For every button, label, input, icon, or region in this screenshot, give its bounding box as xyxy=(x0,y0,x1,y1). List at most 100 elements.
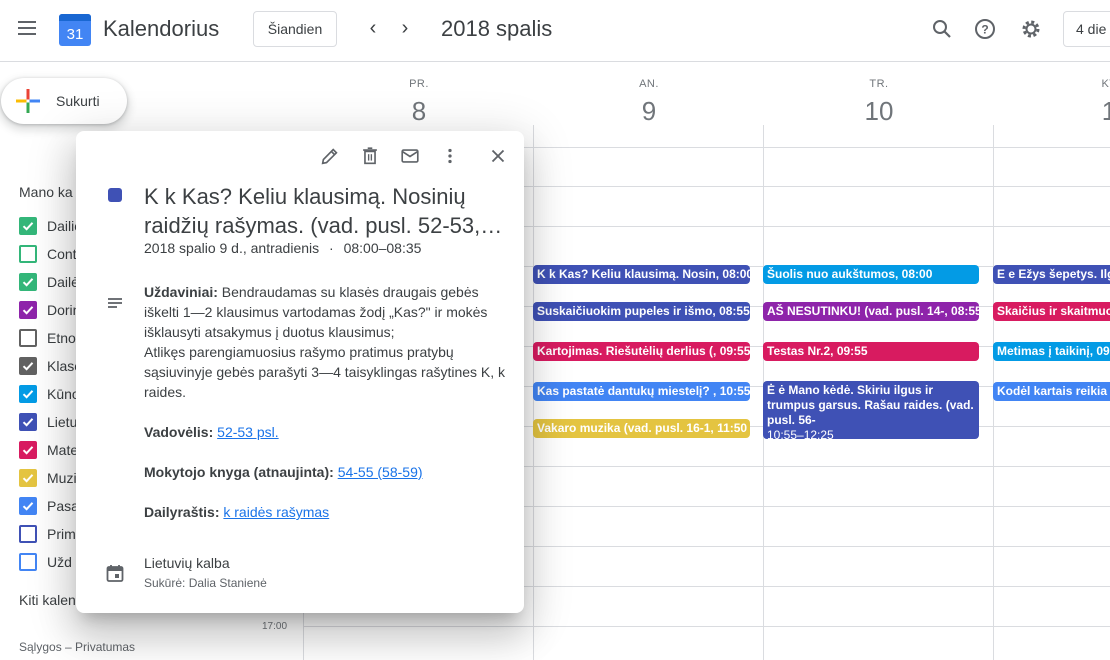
day-header-monday: PR. 8 xyxy=(304,78,534,127)
event-time: 08:00–08:35 xyxy=(343,240,422,256)
other-calendars-header[interactable]: Kiti kalen xyxy=(19,592,76,608)
event-title: K k Kas? Keliu klausimą. Nosinių raidžių… xyxy=(144,182,504,240)
checkbox-empty-icon[interactable] xyxy=(19,245,37,263)
my-calendars-header[interactable]: Mano ka xyxy=(19,184,73,200)
event-description: Uždaviniai: Bendraudamas su klasės draug… xyxy=(144,282,506,522)
event-chip[interactable]: Skaičius ir skaitmuo xyxy=(993,302,1110,321)
terms-privacy-links[interactable]: Sąlygos – Privatumas xyxy=(19,640,135,654)
day-header-thursday: KT 1 xyxy=(994,78,1110,127)
event-chip[interactable]: Metimas į taikinį, 09: xyxy=(993,342,1110,361)
more-options-icon[interactable] xyxy=(439,145,461,167)
event-date: 2018 spalio 9 d., antradienis xyxy=(144,240,320,256)
event-title: Ė ė Mano kėdė. Skiriu ilgus ir trumpus g… xyxy=(767,383,974,427)
calendar-list-item[interactable]: Užd xyxy=(19,552,79,572)
calendar-list-item[interactable]: Conti xyxy=(19,244,80,264)
calendar-icon xyxy=(106,565,124,582)
calendar-list-item[interactable]: Lietu xyxy=(19,412,79,432)
event-title-line: K k Kas? Keliu klausimą. Nosinių xyxy=(144,184,466,209)
event-chip-long[interactable]: Ė ė Mano kėdė. Skiriu ilgus ir trumpus g… xyxy=(763,381,979,439)
close-icon[interactable] xyxy=(487,145,509,167)
today-button[interactable]: Šiandien xyxy=(253,11,337,47)
goals-text: Atlikęs parengiamuosius rašymo pratimus … xyxy=(144,344,506,400)
calendar-label: Etno xyxy=(47,330,76,346)
event-details-popup: K k Kas? Keliu klausimą. Nosinių raidžių… xyxy=(76,131,524,613)
calendar-label: Conti xyxy=(47,246,80,262)
event-chip[interactable]: Kodėl kartais reikia p xyxy=(993,382,1110,401)
checkbox-checked-icon[interactable] xyxy=(19,497,37,515)
calendar-list-item[interactable]: Muzi xyxy=(19,468,79,488)
calendar-list-item[interactable]: Klasė xyxy=(19,356,82,376)
calendar-label: Muzi xyxy=(47,470,77,486)
checkbox-empty-icon[interactable] xyxy=(19,329,37,347)
create-button[interactable]: Sukurti xyxy=(1,78,127,124)
next-period-icon[interactable]: › xyxy=(393,17,417,41)
writing-label: Dailyraštis: xyxy=(144,504,220,520)
help-icon[interactable]: ? xyxy=(973,17,997,41)
email-envelope-icon[interactable] xyxy=(399,145,421,167)
calendar-list-item[interactable]: Prim xyxy=(19,524,79,544)
calendar-list-item[interactable]: Dailio xyxy=(19,216,82,236)
current-period-label: 2018 spalis xyxy=(441,16,553,41)
event-time: 10:55–12:25 xyxy=(767,428,834,439)
teacher-book-link[interactable]: 54-55 (58-59) xyxy=(338,464,423,480)
calendar-list-item[interactable]: Pasa xyxy=(19,496,79,516)
event-chip[interactable]: AŠ NESUTINKU! (vad. pusl. 14-, 08:55 xyxy=(763,302,979,321)
edit-pencil-icon[interactable] xyxy=(319,145,341,167)
delete-trash-icon[interactable] xyxy=(359,145,381,167)
teacher-book-label: Mokytojo knyga (atnaujinta): xyxy=(144,464,334,480)
event-chip[interactable]: Suskaičiuokim pupeles ir išmo, 08:55 xyxy=(533,302,750,321)
view-selector-button[interactable]: 4 die xyxy=(1063,11,1110,47)
time-label: 17:00 xyxy=(262,621,288,632)
day-header-tuesday: AN. 9 xyxy=(534,78,764,127)
checkbox-checked-icon[interactable] xyxy=(19,357,37,375)
day-of-week: PR. xyxy=(409,78,429,90)
day-number[interactable]: 1 xyxy=(994,96,1110,127)
checkbox-checked-icon[interactable] xyxy=(19,469,37,487)
calendar-label: Dailė xyxy=(47,274,79,290)
calendar-list-item[interactable]: Mate xyxy=(19,440,79,460)
event-chip[interactable]: Šuolis nuo aukštumos, 08:00 xyxy=(763,265,979,284)
day-of-week: AN. xyxy=(639,78,659,90)
textbook-link[interactable]: 52-53 psl. xyxy=(217,424,278,440)
calendar-list-item[interactable]: Etno xyxy=(19,328,79,348)
day-of-week: TR. xyxy=(869,78,889,90)
top-bar: 31 Kalendorius Šiandien ‹ › 2018 spalis … xyxy=(0,0,1110,62)
checkbox-checked-icon[interactable] xyxy=(19,301,37,319)
event-date-time: 2018 spalio 9 d., antradienis · 08:00–08… xyxy=(144,240,421,256)
event-creator: Sukūrė: Dalia Stanienė xyxy=(144,576,267,590)
previous-period-icon[interactable]: ‹ xyxy=(361,17,385,41)
calendar-label: Kūno xyxy=(47,386,80,402)
day-number[interactable]: 9 xyxy=(534,96,764,127)
event-chip[interactable]: K k Kas? Keliu klausimą. Nosin, 08:00 xyxy=(533,265,750,284)
calendar-list-item[interactable]: Kūno xyxy=(19,384,80,404)
checkbox-checked-icon[interactable] xyxy=(19,217,37,235)
event-title-line: raidžių rašymas. (vad. pusl. 52-53,… xyxy=(144,213,503,238)
date-separator: · xyxy=(329,240,334,256)
checkbox-checked-icon[interactable] xyxy=(19,273,37,291)
calendar-logo-icon[interactable]: 31 xyxy=(59,14,91,46)
event-chip[interactable]: Kartojimas. Riešutėlių derlius (, 09:55 xyxy=(533,342,750,361)
textbook-label: Vadovėlis: xyxy=(144,424,214,440)
calendar-label: Prim xyxy=(47,526,76,542)
main-menu-icon[interactable] xyxy=(14,17,40,43)
event-chip[interactable]: E e Ežys šepetys. Ilgi xyxy=(993,265,1110,284)
calendar-list-item[interactable]: Dorin xyxy=(19,300,80,320)
app-title[interactable]: Kalendorius xyxy=(103,16,219,42)
checkbox-empty-icon[interactable] xyxy=(19,553,37,571)
event-chip[interactable]: Kas pastatė dantukų miestelį? , 10:55 xyxy=(533,382,750,401)
event-color-swatch xyxy=(108,188,122,202)
writing-link[interactable]: k raidės rašymas xyxy=(223,504,329,520)
day-number[interactable]: 8 xyxy=(304,96,534,127)
checkbox-checked-icon[interactable] xyxy=(19,441,37,459)
calendar-label: Užd xyxy=(47,554,72,570)
hour-line xyxy=(303,626,1110,627)
settings-gear-icon[interactable] xyxy=(1019,17,1043,41)
event-chip[interactable]: Vakaro muzika (vad. pusl. 16-1, 11:50 xyxy=(533,419,750,438)
checkbox-empty-icon[interactable] xyxy=(19,525,37,543)
calendar-list-item[interactable]: Dailė xyxy=(19,272,79,292)
checkbox-checked-icon[interactable] xyxy=(19,385,37,403)
event-chip[interactable]: Testas Nr.2, 09:55 xyxy=(763,342,979,361)
checkbox-checked-icon[interactable] xyxy=(19,413,37,431)
day-number[interactable]: 10 xyxy=(764,96,994,127)
search-icon[interactable] xyxy=(930,17,954,41)
